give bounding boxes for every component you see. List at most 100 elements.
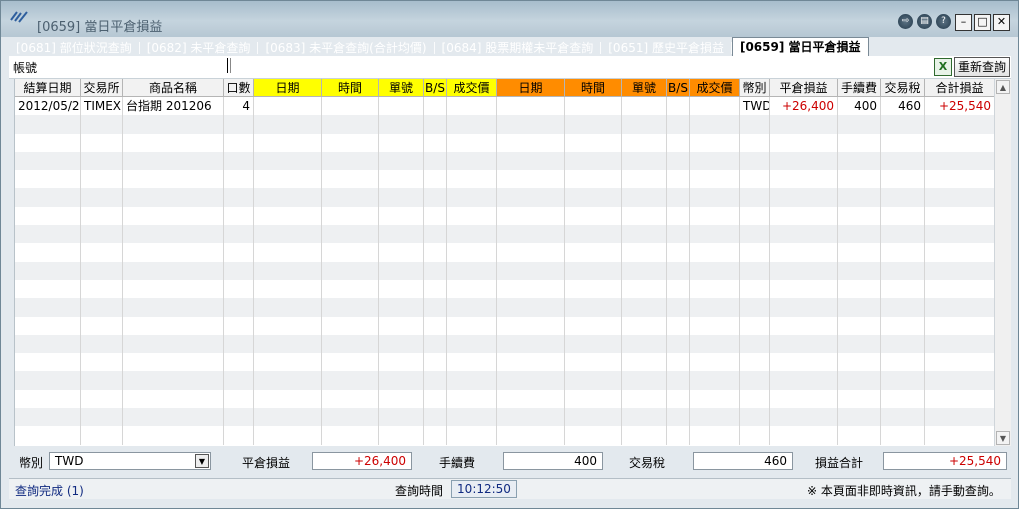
table-row[interactable] <box>15 243 995 262</box>
table-row[interactable]: 2012/05/22 TIMEX 台指期 201206 4 TWD +26,400 400 4… <box>15 97 995 116</box>
chevron-down-icon[interactable]: ▼ <box>195 454 209 468</box>
cell-product-name <box>123 133 224 152</box>
cell-fee <box>838 188 881 207</box>
column-header-close-price[interactable]: 成交價 <box>690 79 740 97</box>
table-row[interactable] <box>15 279 995 299</box>
cell-settle-date <box>15 426 81 445</box>
cell-product-name <box>123 279 224 299</box>
cell-close-date <box>497 243 565 262</box>
column-header-open-time[interactable]: 時間 <box>322 79 379 97</box>
table-row[interactable] <box>15 316 995 335</box>
query-time: 10:12:50 <box>451 480 517 498</box>
column-header-fee[interactable]: 手續費 <box>838 79 881 97</box>
tab-0682[interactable]: [0682] 未平倉查詢 <box>140 40 258 56</box>
table-row[interactable] <box>15 188 995 207</box>
pl-table[interactable]: 結算日期 交易所 商品名稱 口數 日期 時間 單號 B/S 成交價 日期 時間 單號 B/S 成交價 幣別平… <box>14 79 995 446</box>
scroll-down-icon[interactable]: ▼ <box>996 431 1010 445</box>
column-header-close-order-no[interactable]: 單號 <box>622 79 667 97</box>
minimize-icon[interactable]: – <box>955 14 972 31</box>
cell-total-pl <box>925 188 995 207</box>
cell-exchange <box>81 334 123 354</box>
table-row[interactable] <box>15 115 995 134</box>
cell-close-bs <box>667 334 690 354</box>
column-header-open-price[interactable]: 成交價 <box>447 79 497 97</box>
maximize-icon[interactable]: □ <box>974 14 991 31</box>
column-header-product-name[interactable]: 商品名稱 <box>123 79 224 97</box>
cell-open-time <box>322 298 379 317</box>
cell-close-time <box>565 279 622 299</box>
cell-close-order-no <box>622 426 667 445</box>
column-header-exchange[interactable]: 交易所 <box>81 79 123 97</box>
tab-0683[interactable]: [0683] 未平倉查詢(合計均價) <box>258 40 433 56</box>
cell-currency <box>740 353 770 372</box>
excel-export-icon[interactable]: X <box>934 58 952 76</box>
export-icon[interactable]: ⇨ <box>898 14 913 29</box>
column-header-qty[interactable]: 口數 <box>224 79 254 97</box>
cell-qty <box>224 170 254 189</box>
requery-button[interactable]: 重新查詢 <box>954 57 1010 77</box>
cell-tax <box>881 279 925 299</box>
account-selector[interactable] <box>227 58 231 73</box>
cell-tax <box>881 316 925 335</box>
column-header-settle-date[interactable]: 結算日期 <box>15 79 81 97</box>
table-row[interactable] <box>15 353 995 372</box>
table-row[interactable] <box>15 225 995 244</box>
print-icon[interactable]: ▤ <box>917 14 932 29</box>
cell-open-time <box>322 225 379 244</box>
cell-close-time <box>565 115 622 134</box>
cell-open-price <box>447 170 497 189</box>
scroll-up-icon[interactable]: ▲ <box>996 80 1010 94</box>
tab-0684[interactable]: [0684] 股票期權未平倉查詢 <box>435 40 601 56</box>
table-row[interactable] <box>15 389 995 409</box>
cell-close-order-no <box>622 371 667 390</box>
cell-close-time <box>565 261 622 280</box>
cell-currency <box>740 334 770 354</box>
column-header-total-pl[interactable]: 合計損益 <box>925 79 995 97</box>
account-row: 帳號 X 重新查詢 <box>9 56 1011 79</box>
cell-tax <box>881 408 925 427</box>
tab-0659[interactable]: [0659] 當日平倉損益 <box>731 37 869 56</box>
table-row[interactable] <box>15 133 995 152</box>
table-row[interactable] <box>15 371 995 390</box>
cell-close-date <box>497 133 565 152</box>
cell-open-order-no <box>379 389 424 409</box>
cell-settle-date <box>15 188 81 207</box>
cell-open-price <box>447 298 497 317</box>
cell-close-order-no <box>622 243 667 262</box>
table-row[interactable] <box>15 170 995 189</box>
column-header-close-date[interactable]: 日期 <box>497 79 565 97</box>
help-icon[interactable]: ? <box>936 14 951 29</box>
tab-0651[interactable]: [0651] 歷史平倉損益 <box>601 40 731 56</box>
table-row[interactable] <box>15 151 995 171</box>
table-row[interactable] <box>15 298 995 317</box>
column-header-open-date[interactable]: 日期 <box>254 79 322 97</box>
cell-close-time <box>565 188 622 207</box>
cell-close-date <box>497 225 565 244</box>
cell-tax <box>881 389 925 409</box>
table-row[interactable] <box>15 206 995 226</box>
vertical-scrollbar[interactable]: ▲ ▼ <box>994 79 1011 446</box>
table-row[interactable] <box>15 334 995 354</box>
currency-label: 幣別 <box>19 456 44 470</box>
table-row[interactable] <box>15 261 995 280</box>
cell-open-order-no <box>379 408 424 427</box>
table-row[interactable] <box>15 426 995 445</box>
cell-close-pl <box>770 225 838 244</box>
column-header-tax[interactable]: 交易稅 <box>881 79 925 97</box>
cell-close-order-no <box>622 97 667 116</box>
column-header-currency[interactable]: 幣別 <box>740 79 770 97</box>
cell-product-name <box>123 408 224 427</box>
cell-total-pl <box>925 426 995 445</box>
column-header-close-pl[interactable]: 平倉損益 <box>770 79 838 97</box>
tab-0681[interactable]: [0681] 部位狀況查詢 <box>9 40 139 56</box>
column-header-close-bs[interactable]: B/S <box>667 79 690 97</box>
column-header-open-order-no[interactable]: 單號 <box>379 79 424 97</box>
column-header-close-time[interactable]: 時間 <box>565 79 622 97</box>
currency-select[interactable]: TWD ▼ <box>49 452 211 470</box>
cell-settle-date <box>15 206 81 226</box>
table-row[interactable] <box>15 408 995 427</box>
cell-close-price <box>690 188 740 207</box>
title-bar[interactable]: [0659] 當日平倉損益 ⇨ ▤ ? – □ ✕ <box>1 1 1018 37</box>
close-icon[interactable]: ✕ <box>993 14 1010 31</box>
column-header-open-bs[interactable]: B/S <box>424 79 447 97</box>
